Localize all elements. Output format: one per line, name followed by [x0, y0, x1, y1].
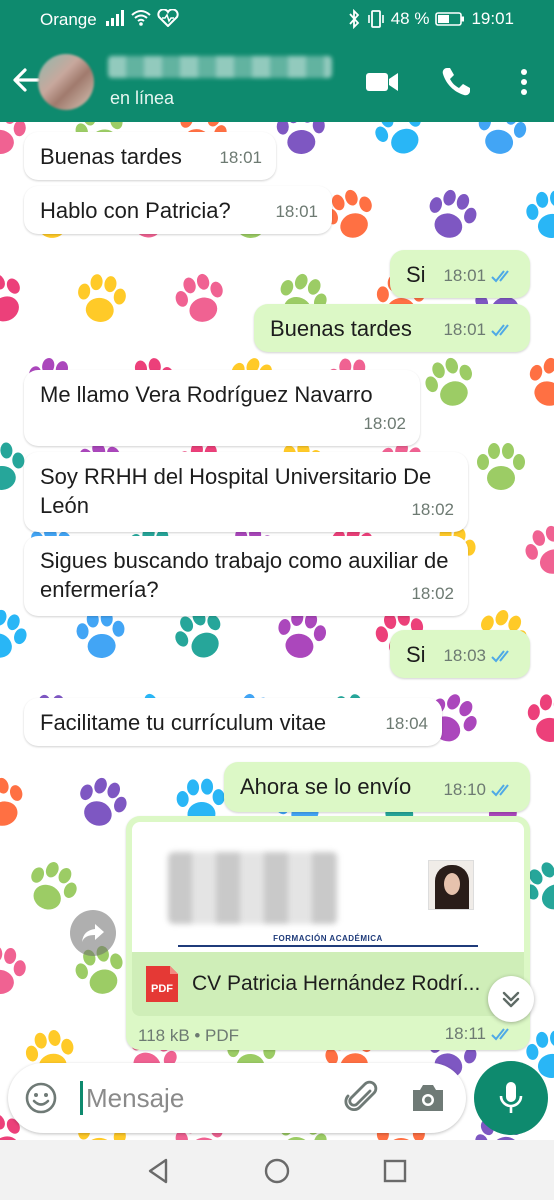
paw-print-icon	[526, 190, 554, 238]
attach-icon[interactable]	[344, 1079, 380, 1117]
read-ticks-icon	[491, 269, 509, 282]
document-size: 118 kB • PDF	[138, 1026, 240, 1045]
message-text: Buenas tardes	[270, 316, 412, 341]
paw-print-icon	[425, 357, 472, 406]
message-composer[interactable]: Mensaje	[8, 1063, 466, 1133]
scroll-to-bottom-button[interactable]	[488, 976, 534, 1022]
message-incoming[interactable]: Me llamo Vera Rodríguez Navarro 18:02	[24, 370, 420, 446]
nav-recents-icon[interactable]	[380, 1156, 410, 1186]
vibrate-icon	[367, 10, 384, 28]
message-outgoing[interactable]: Buenas tardes 18:01	[254, 304, 530, 352]
nav-home-icon[interactable]	[262, 1156, 292, 1186]
paw-print-icon	[0, 946, 26, 994]
read-ticks-icon	[491, 323, 509, 336]
message-time: 18:01	[443, 320, 486, 339]
forward-button[interactable]	[70, 910, 116, 956]
contact-name-redacted[interactable]	[108, 56, 332, 78]
message-time: 18:02	[411, 584, 454, 603]
document-filename: CV Patricia Hernández Rodrí...	[192, 972, 481, 995]
paw-print-icon	[525, 525, 554, 574]
message-time: 18:10	[443, 780, 486, 799]
mic-icon	[499, 1082, 523, 1113]
redacted-name	[168, 852, 338, 924]
message-text: Buenas tardes	[40, 144, 182, 169]
nav-back-icon[interactable]	[144, 1156, 174, 1186]
read-ticks-icon	[491, 783, 509, 796]
message-incoming[interactable]: Buenas tardes 18:01	[24, 132, 276, 180]
message-time: 18:02	[411, 500, 454, 519]
document-preview[interactable]: FORMACIÓN ACADÉMICA	[132, 822, 524, 952]
message-time: 18:01	[275, 202, 318, 221]
read-ticks-icon	[491, 649, 509, 662]
status-bar: Orange 48 % 19:01	[0, 0, 554, 40]
chevron-double-down-icon	[502, 991, 520, 1008]
battery-percent: 48 %	[390, 9, 430, 28]
video-call-icon[interactable]	[364, 64, 400, 100]
camera-icon[interactable]	[410, 1081, 446, 1115]
message-incoming[interactable]: Facilitame tu currículum vitae 18:04	[24, 698, 442, 746]
pdf-badge: PDF	[151, 983, 173, 995]
paw-print-icon	[375, 122, 421, 154]
message-text: Si	[406, 642, 426, 667]
paw-print-icon	[0, 274, 20, 322]
message-outgoing[interactable]: Si 18:03	[390, 630, 530, 678]
wifi-icon	[131, 10, 151, 26]
message-time: 18:11	[444, 1024, 486, 1043]
bluetooth-icon	[349, 9, 359, 29]
message-text: Sigues buscando trabajo como auxiliar de…	[40, 548, 449, 602]
message-outgoing[interactable]: Si 18:01	[390, 250, 530, 298]
read-ticks-icon	[491, 1028, 509, 1041]
signal-icon	[106, 10, 124, 26]
message-incoming[interactable]: Hablo con Patricia? 18:01	[24, 186, 332, 234]
clock: 19:01	[471, 9, 514, 28]
paw-print-icon	[276, 122, 325, 154]
message-text: Hablo con Patricia?	[40, 198, 231, 223]
paw-print-icon	[175, 273, 223, 322]
message-text: Soy RRHH del Hospital Universitario De L…	[40, 464, 432, 518]
message-time: 18:02	[363, 414, 406, 433]
cv-photo	[428, 860, 474, 910]
presence-status: en línea	[110, 88, 175, 108]
phone-icon[interactable]	[438, 64, 474, 100]
paw-print-icon	[0, 777, 23, 826]
message-time: 18:01	[219, 148, 262, 167]
document-file-row[interactable]: PDF CV Patricia Hernández Rodrí...	[132, 952, 524, 1016]
pdf-file-icon: PDF	[146, 966, 178, 1002]
message-time: 18:01	[443, 266, 486, 285]
paw-print-icon	[429, 189, 477, 238]
system-nav-bar	[0, 1140, 554, 1200]
message-input[interactable]: Mensaje	[86, 1083, 184, 1114]
battery-icon	[435, 12, 465, 26]
emoji-icon[interactable]	[24, 1081, 58, 1115]
message-text: Ahora se lo envío	[240, 774, 412, 799]
carrier-label: Orange	[40, 10, 97, 29]
contact-avatar[interactable]	[38, 54, 94, 110]
message-text: Me llamo Vera Rodríguez Navarro	[40, 382, 373, 407]
document-message[interactable]: FORMACIÓN ACADÉMICA PDF CV Patricia Hern…	[126, 816, 530, 1050]
message-outgoing[interactable]: Ahora se lo envío 18:10	[224, 762, 530, 812]
paw-print-icon	[477, 443, 525, 490]
paw-print-icon	[78, 274, 126, 322]
message-incoming[interactable]: Sigues buscando trabajo como auxiliar de…	[24, 536, 468, 616]
message-text: Si	[406, 262, 426, 287]
voice-record-button[interactable]	[474, 1061, 548, 1135]
paw-print-icon	[478, 122, 527, 154]
message-time: 18:03	[443, 646, 486, 665]
preview-heading: FORMACIÓN ACADÉMICA	[273, 934, 383, 943]
message-incoming[interactable]: Soy RRHH del Hospital Universitario De L…	[24, 452, 468, 532]
chat-header: en línea	[0, 40, 554, 122]
forward-icon	[82, 924, 104, 942]
paw-print-icon	[529, 357, 554, 406]
health-heart-icon	[157, 9, 179, 27]
message-time: 18:04	[385, 714, 428, 733]
more-vert-icon[interactable]	[506, 64, 542, 100]
chat-area[interactable]: Buenas tardes 18:01 Hablo con Patricia? …	[0, 122, 554, 1140]
message-text: Facilitame tu currículum vitae	[40, 710, 327, 735]
paw-print-icon	[527, 694, 554, 742]
